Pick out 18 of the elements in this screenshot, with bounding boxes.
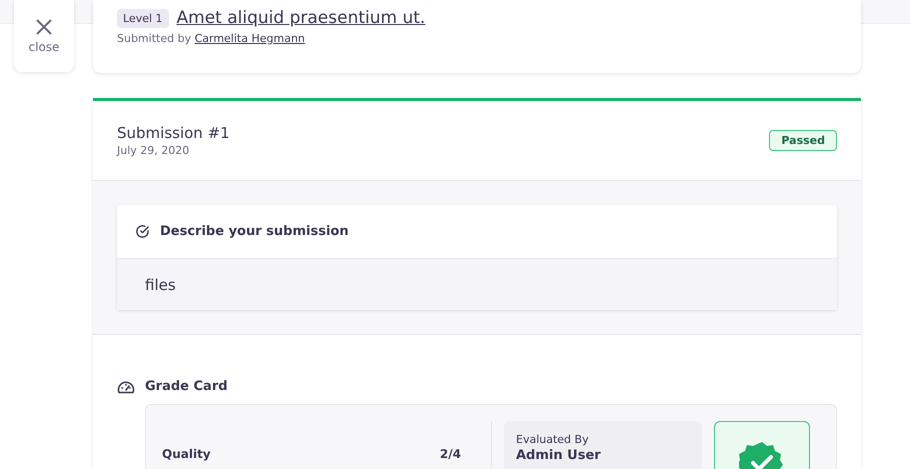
question-label: Describe your submission [160,224,349,239]
challenge-title-link[interactable]: Amet aliquid praesentium ut. [176,8,426,28]
evaluator-name: Admin User [516,448,602,463]
gauge-icon [117,380,135,394]
close-button[interactable]: close [14,0,74,72]
check-circle-icon [135,224,150,239]
close-icon [35,18,53,36]
answer-text: files [117,259,837,310]
evaluated-by-label: Evaluated By [516,433,590,446]
criterion-grade: 2/4 [440,447,461,463]
status-badge: Passed [769,130,837,151]
level-badge: Level 1 [117,8,169,28]
submission-title: Submission #1 [117,124,230,142]
submission-date: July 29, 2020 [117,144,190,157]
submitted-by-label: Submitted by [117,32,192,45]
submitter-link[interactable]: Carmelita Hegmann [194,32,305,45]
grade-card-title: Grade Card [145,379,228,394]
criterion-name: Quality [162,447,211,463]
